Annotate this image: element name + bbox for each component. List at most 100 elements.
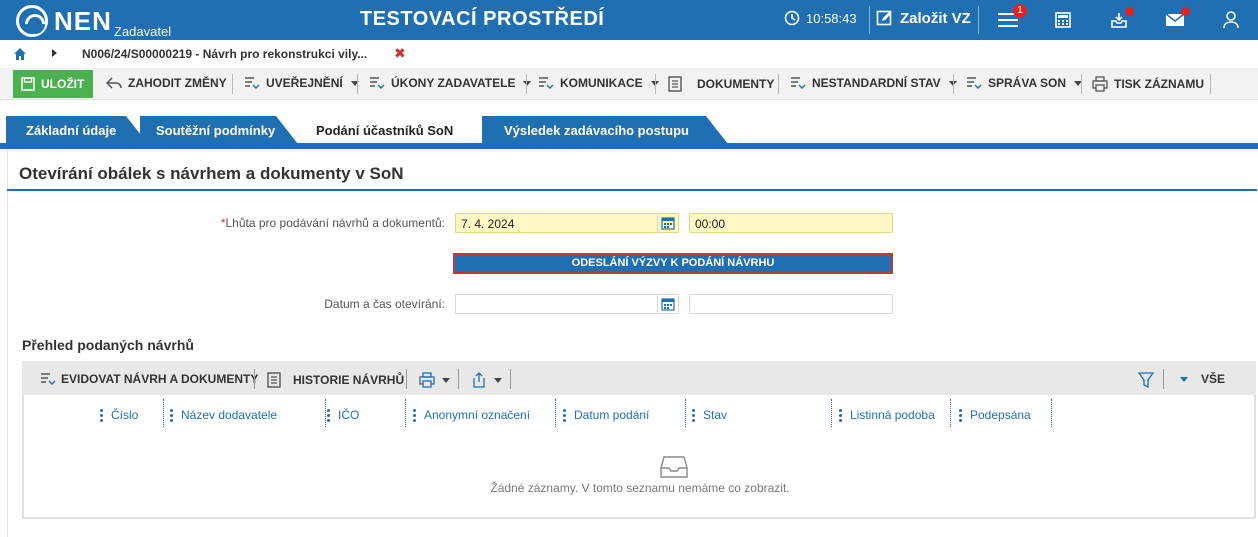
tab-procedure-result-label: Výsledek zadávacího postupu: [504, 122, 689, 138]
home-icon: [14, 48, 26, 60]
column-header-label: IČO: [338, 408, 360, 422]
column-header-supplier[interactable]: Název dodavatele: [170, 403, 277, 427]
calculator-icon: [1055, 12, 1071, 28]
list-action-icon: [370, 77, 385, 89]
column-divider: [1051, 399, 1052, 427]
list-action-icon: [539, 77, 554, 89]
communication-menu[interactable]: KOMUNIKACE: [538, 76, 659, 90]
tab-bar: Základní údaje Soutěžní podmínky Podání …: [0, 100, 1258, 144]
column-header-label: Číslo: [111, 408, 139, 422]
grid-print-menu[interactable]: [419, 372, 450, 388]
header-divider: [869, 6, 870, 34]
column-menu-icon[interactable]: [692, 408, 695, 422]
filter-all-dropdown[interactable]: VŠE: [1178, 372, 1225, 386]
deadline-time-field[interactable]: 00:00: [689, 213, 893, 233]
list-action-icon: [41, 373, 56, 385]
record-proposal-button[interactable]: EVIDOVAT NÁVRH A DOKUMENTY: [40, 372, 258, 386]
breadcrumb-path[interactable]: N006/24/S00000219 - Návrh pro rekonstruk…: [82, 47, 367, 61]
list-action-icon: [791, 77, 806, 89]
documents-button[interactable]: DOKUMENTY: [667, 76, 774, 92]
home-button[interactable]: [13, 47, 27, 64]
column-menu-icon[interactable]: [839, 408, 842, 422]
column-header-status[interactable]: Stav: [692, 403, 727, 427]
column-menu-icon[interactable]: [563, 408, 566, 422]
column-header-label: Podepsána: [970, 408, 1031, 422]
column-header-number[interactable]: Číslo: [100, 403, 138, 427]
filter-button[interactable]: [1138, 372, 1154, 388]
deadline-calendar-button[interactable]: [657, 213, 677, 233]
column-divider: [950, 399, 951, 427]
send-invitation-button[interactable]: ODESLÁNÍ VÝZVY K PODÁNÍ NÁVRHU: [453, 253, 893, 274]
contracting-actions-menu[interactable]: ÚKONY ZADAVATELE: [369, 76, 532, 90]
inbox-button[interactable]: [1108, 7, 1134, 30]
mail-button[interactable]: [1164, 7, 1190, 30]
breadcrumb-arrow-icon: [52, 49, 57, 57]
menu-button[interactable]: 1: [997, 4, 1027, 30]
create-contract-button[interactable]: Založit VZ: [876, 9, 971, 27]
column-divider: [163, 399, 164, 427]
discard-changes-label: ZAHODIT ZMĚNY: [128, 76, 227, 90]
column-menu-icon[interactable]: [413, 408, 416, 422]
calculator-button[interactable]: [1052, 10, 1074, 30]
breadcrumb: N006/24/S00000219 - Návrh pro rekonstruk…: [0, 40, 1258, 68]
action-toolbar: ULOŽIT ZAHODIT ZMĚNY UVEŘEJNĚNÍ ÚKONY ZA…: [0, 68, 1258, 100]
grid-toolbar: EVIDOVAT NÁVRH A DOKUMENTY HISTORIE NÁVR…: [22, 361, 1256, 395]
column-menu-icon[interactable]: [959, 408, 962, 422]
discard-changes-button[interactable]: ZAHODIT ZMĚNY: [106, 76, 227, 90]
column-divider: [831, 399, 832, 427]
menu-badge: 1: [1013, 4, 1027, 18]
column-header-signed[interactable]: Podepsána: [959, 403, 1031, 427]
save-button[interactable]: ULOŽIT: [13, 70, 93, 98]
column-menu-icon[interactable]: [327, 408, 330, 422]
toolbar-divider: [778, 74, 779, 94]
publish-label: UVEŘEJNĚNÍ: [266, 76, 343, 90]
column-menu-icon[interactable]: [100, 408, 103, 422]
empty-state-text: Žádné záznamy. V tomto seznamu nemáme co…: [490, 481, 790, 495]
deadline-label-text: Lhůta pro podávání návrhů a dokumentů:: [225, 216, 446, 230]
proposal-history-label: HISTORIE NÁVRHŮ: [293, 373, 405, 387]
opening-date-field[interactable]: [455, 294, 679, 314]
toolbar-divider: [953, 74, 954, 94]
column-divider: [325, 399, 326, 427]
nen-logo[interactable]: NEN: [16, 5, 112, 37]
inbox-notification-dot: [1125, 7, 1134, 16]
contracting-actions-label: ÚKONY ZADAVATELE: [391, 76, 516, 90]
column-header-date[interactable]: Datum podání: [563, 403, 649, 427]
grid-toolbar-divider: [1163, 369, 1164, 389]
deadline-date-field[interactable]: 7. 4. 2024: [455, 213, 679, 233]
column-header-paper-form[interactable]: Listinná podoba: [839, 403, 935, 427]
son-management-menu[interactable]: SPRÁVA SON: [966, 76, 1083, 90]
column-divider: [555, 399, 556, 427]
column-menu-icon[interactable]: [170, 408, 173, 422]
user-button[interactable]: [1220, 10, 1242, 30]
submissions-title: Přehled podaných návrhů: [22, 337, 194, 353]
column-header-ico[interactable]: IČO: [327, 403, 359, 427]
column-header-label: Anonymní označení: [424, 408, 531, 422]
tab-competition-conditions[interactable]: Soutěžní podmínky: [138, 116, 278, 144]
section-title: Otevírání obálek s návrhem a dokumenty v…: [19, 164, 404, 183]
top-header: NEN Zadavatel TESTOVACÍ PROSTŘEDÍ 10:58:…: [0, 0, 1258, 40]
deadline-time-value: 00:00: [695, 217, 726, 231]
session-clock: 10:58:43: [784, 10, 857, 26]
nonstandard-state-menu[interactable]: NESTANDARDNÍ STAV: [790, 76, 957, 90]
column-header-anonymous[interactable]: Anonymní označení: [413, 403, 530, 427]
nonstandard-state-label: NESTANDARDNÍ STAV: [812, 76, 941, 90]
column-header-label: Název dodavatele: [181, 408, 278, 422]
document-icon: [267, 372, 281, 388]
opening-time-field[interactable]: [689, 294, 893, 314]
communication-label: KOMUNIKACE: [560, 76, 643, 90]
opening-calendar-button[interactable]: [657, 294, 677, 314]
proposal-history-button[interactable]: HISTORIE NÁVRHŮ: [266, 372, 404, 388]
tab-procedure-result[interactable]: Výsledek zadávacího postupu: [486, 116, 706, 144]
document-icon: [668, 76, 682, 92]
tab-participant-submissions[interactable]: Podání účastníků SoN: [298, 116, 482, 144]
grid-toolbar-divider: [254, 369, 255, 389]
publish-menu[interactable]: UVEŘEJNĚNÍ: [244, 76, 359, 90]
chevron-down-icon: [442, 377, 450, 383]
print-record-button[interactable]: TISK ZÁZNAMU: [1092, 76, 1204, 92]
tab-basic-info[interactable]: Základní údaje: [8, 116, 128, 144]
opening-label: Datum a čas otevírání:: [324, 297, 445, 311]
section-divider: [7, 189, 1257, 191]
grid-export-menu[interactable]: [471, 372, 502, 388]
close-record-icon[interactable]: ✖: [394, 45, 406, 62]
